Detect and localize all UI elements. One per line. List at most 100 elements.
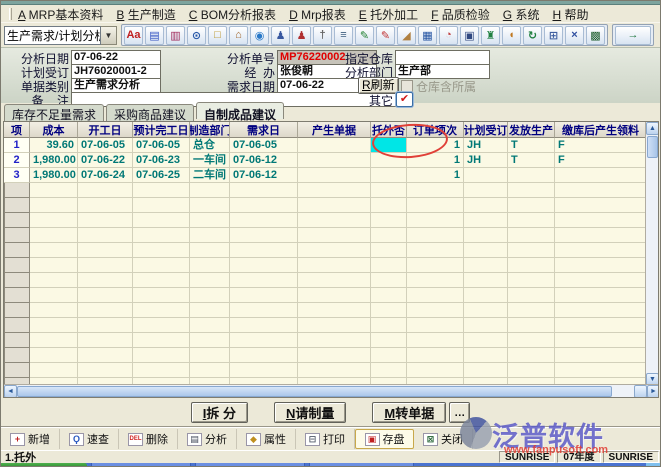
book-icon[interactable]: ▥ (166, 26, 185, 45)
vscroll-thumb[interactable] (647, 136, 658, 158)
column-header-1[interactable]: 成本 (30, 122, 78, 138)
save-button[interactable]: ▣存盘 (355, 429, 414, 449)
empty-cell (508, 258, 555, 273)
copy-doc-icon[interactable]: ▤ (145, 26, 164, 45)
new-window-icon[interactable]: ⊞ (544, 26, 563, 45)
scroll-up-icon[interactable]: ▲ (646, 122, 659, 135)
toolbar-icon-group: Aa▤▥⊙□⌂◉♟♟†≡✎✎◢▦◔▣♜◖↻⊞×▩ (121, 24, 608, 46)
start-button[interactable] (1, 463, 87, 467)
scroll-right-icon[interactable]: ► (647, 385, 659, 398)
briefcase-icon[interactable]: ⌂ (229, 26, 248, 45)
taskbar-item[interactable] (91, 463, 191, 467)
warehouse-include-checkbox[interactable] (401, 80, 413, 92)
print-button[interactable]: ⊟打印 (296, 429, 355, 449)
menu-item-F[interactable]: F 品质检验 (431, 6, 490, 23)
edit-pencil-icon[interactable]: ✎ (355, 26, 374, 45)
button-label: 存盘 (383, 431, 405, 447)
request-qty-button[interactable]: N请制量 (274, 402, 346, 423)
empty-cell (133, 363, 190, 378)
document-icon[interactable]: □ (208, 26, 227, 45)
user-icon[interactable]: ♟ (271, 26, 290, 45)
scroll-mid-icon[interactable] (634, 385, 647, 398)
taskbar-item[interactable] (195, 463, 305, 467)
vertical-scrollbar[interactable]: ▲ ▼ (645, 122, 658, 386)
module-select-arrow-icon[interactable]: ▼ (101, 26, 117, 45)
analyze-button[interactable]: ▤分析 (178, 429, 237, 449)
table-row-2[interactable]: 21,980.0007-06-2207-06-23一车间07-06-121JHT… (4, 153, 647, 168)
module-select[interactable]: 生产需求/计划分析 (4, 26, 101, 45)
tab-2[interactable]: 自制成品建议 (196, 102, 284, 119)
scroll-left-icon[interactable]: ◄ (4, 385, 17, 398)
column-header-10[interactable]: 发放生产 (508, 122, 555, 138)
empty-cell (464, 258, 508, 273)
column-header-11[interactable]: 缴库后产生领料 (555, 122, 647, 138)
close-button[interactable]: ⊠关闭 (414, 429, 473, 449)
menu-item-E[interactable]: E 托外加工 (359, 6, 418, 23)
row-header (4, 288, 30, 303)
plan-order-field[interactable]: JH76020001-2 (71, 64, 161, 79)
warehouse-field[interactable] (395, 50, 490, 65)
column-header-2[interactable]: 开工日 (78, 122, 133, 138)
refresh-button[interactable]: R刷新 (358, 77, 399, 94)
doc-type-field[interactable]: 生产需求分析 (71, 78, 161, 93)
monitor-icon[interactable]: ▣ (460, 26, 479, 45)
menu-item-G[interactable]: G 系统 (503, 6, 540, 23)
split-button[interactable]: I拆 分 (191, 402, 248, 423)
recycle-icon[interactable]: ↻ (523, 26, 542, 45)
cell (555, 168, 647, 183)
more-button[interactable]: … (449, 402, 470, 423)
taskbar-item[interactable] (309, 463, 414, 467)
properties-button[interactable]: ◆属性 (237, 429, 296, 449)
cell: F (555, 138, 647, 153)
column-header-6[interactable]: 产生单据 (298, 122, 371, 138)
font-find-icon[interactable]: Aa (124, 26, 143, 45)
report-icon[interactable]: ≡ (334, 26, 353, 45)
eraser-icon[interactable]: ◢ (397, 26, 416, 45)
other-checkbox[interactable]: ✔ (396, 92, 413, 107)
column-header-7[interactable]: 托外否 (371, 122, 407, 138)
menu-item-A[interactable]: A MRP基本资料 (18, 6, 103, 23)
cell: F (555, 153, 647, 168)
delete-button[interactable]: DEL删除 (119, 429, 178, 449)
horizontal-scrollbar[interactable]: ◄ ► (4, 384, 659, 397)
empty-cell (464, 333, 508, 348)
column-header-8[interactable]: 订单项次 (407, 122, 464, 138)
pie-chart-icon[interactable]: ◔ (439, 26, 458, 45)
tab-1[interactable]: 采购商品建议 (106, 104, 194, 121)
cell: 07-06-25 (133, 168, 190, 183)
transfer-doc-button[interactable]: M转单据 (372, 402, 446, 423)
table-row-3[interactable]: 31,980.0007-06-2407-06-25二车间07-06-121 (4, 168, 647, 183)
menu-item-C[interactable]: C BOM分析报表 (189, 6, 276, 23)
table-icon[interactable]: ▦ (418, 26, 437, 45)
menu-item-B[interactable]: B 生产制造 (116, 6, 175, 23)
empty-cell (464, 303, 508, 318)
edit-pencil-red-icon[interactable]: ✎ (376, 26, 395, 45)
new-button[interactable]: +新增 (1, 429, 60, 449)
cascade-window-icon[interactable]: ▩ (586, 26, 605, 45)
empty-cell (30, 213, 78, 228)
menu-item-H[interactable]: H 帮助 (552, 6, 588, 23)
menu-item-D[interactable]: D Mrp报表 (289, 6, 346, 23)
column-header-5[interactable]: 需求日 (230, 122, 298, 138)
column-header-4[interactable]: 制造部门 (190, 122, 230, 138)
row-header (4, 258, 30, 273)
cell: 1 (407, 153, 464, 168)
org-tree-icon[interactable]: ♜ (481, 26, 500, 45)
pin-icon[interactable]: † (313, 26, 332, 45)
quick-search-button[interactable]: Ϙ速查 (60, 429, 119, 449)
analysis-date-field[interactable]: 07-06-22 (71, 50, 161, 65)
exit-icon[interactable]: → (615, 26, 651, 45)
speaker-icon[interactable]: ◖ (502, 26, 521, 45)
table-row-1[interactable]: 139.6007-06-0507-06-05总仓07-06-051JHTF (4, 138, 647, 153)
globe-icon[interactable]: ◉ (250, 26, 269, 45)
department-field[interactable]: 生产部 (395, 64, 490, 79)
column-header-0[interactable]: 项 (4, 122, 30, 138)
preview-icon[interactable]: ⊙ (187, 26, 206, 45)
close-window-icon[interactable]: × (565, 26, 584, 45)
column-header-3[interactable]: 预计完工日 (133, 122, 190, 138)
user-red-icon[interactable]: ♟ (292, 26, 311, 45)
os-taskbar (1, 463, 660, 467)
tab-0[interactable]: 库存不足量需求 (4, 104, 104, 121)
column-header-9[interactable]: 计划受订 (464, 122, 508, 138)
hscroll-thumb[interactable] (17, 386, 612, 397)
